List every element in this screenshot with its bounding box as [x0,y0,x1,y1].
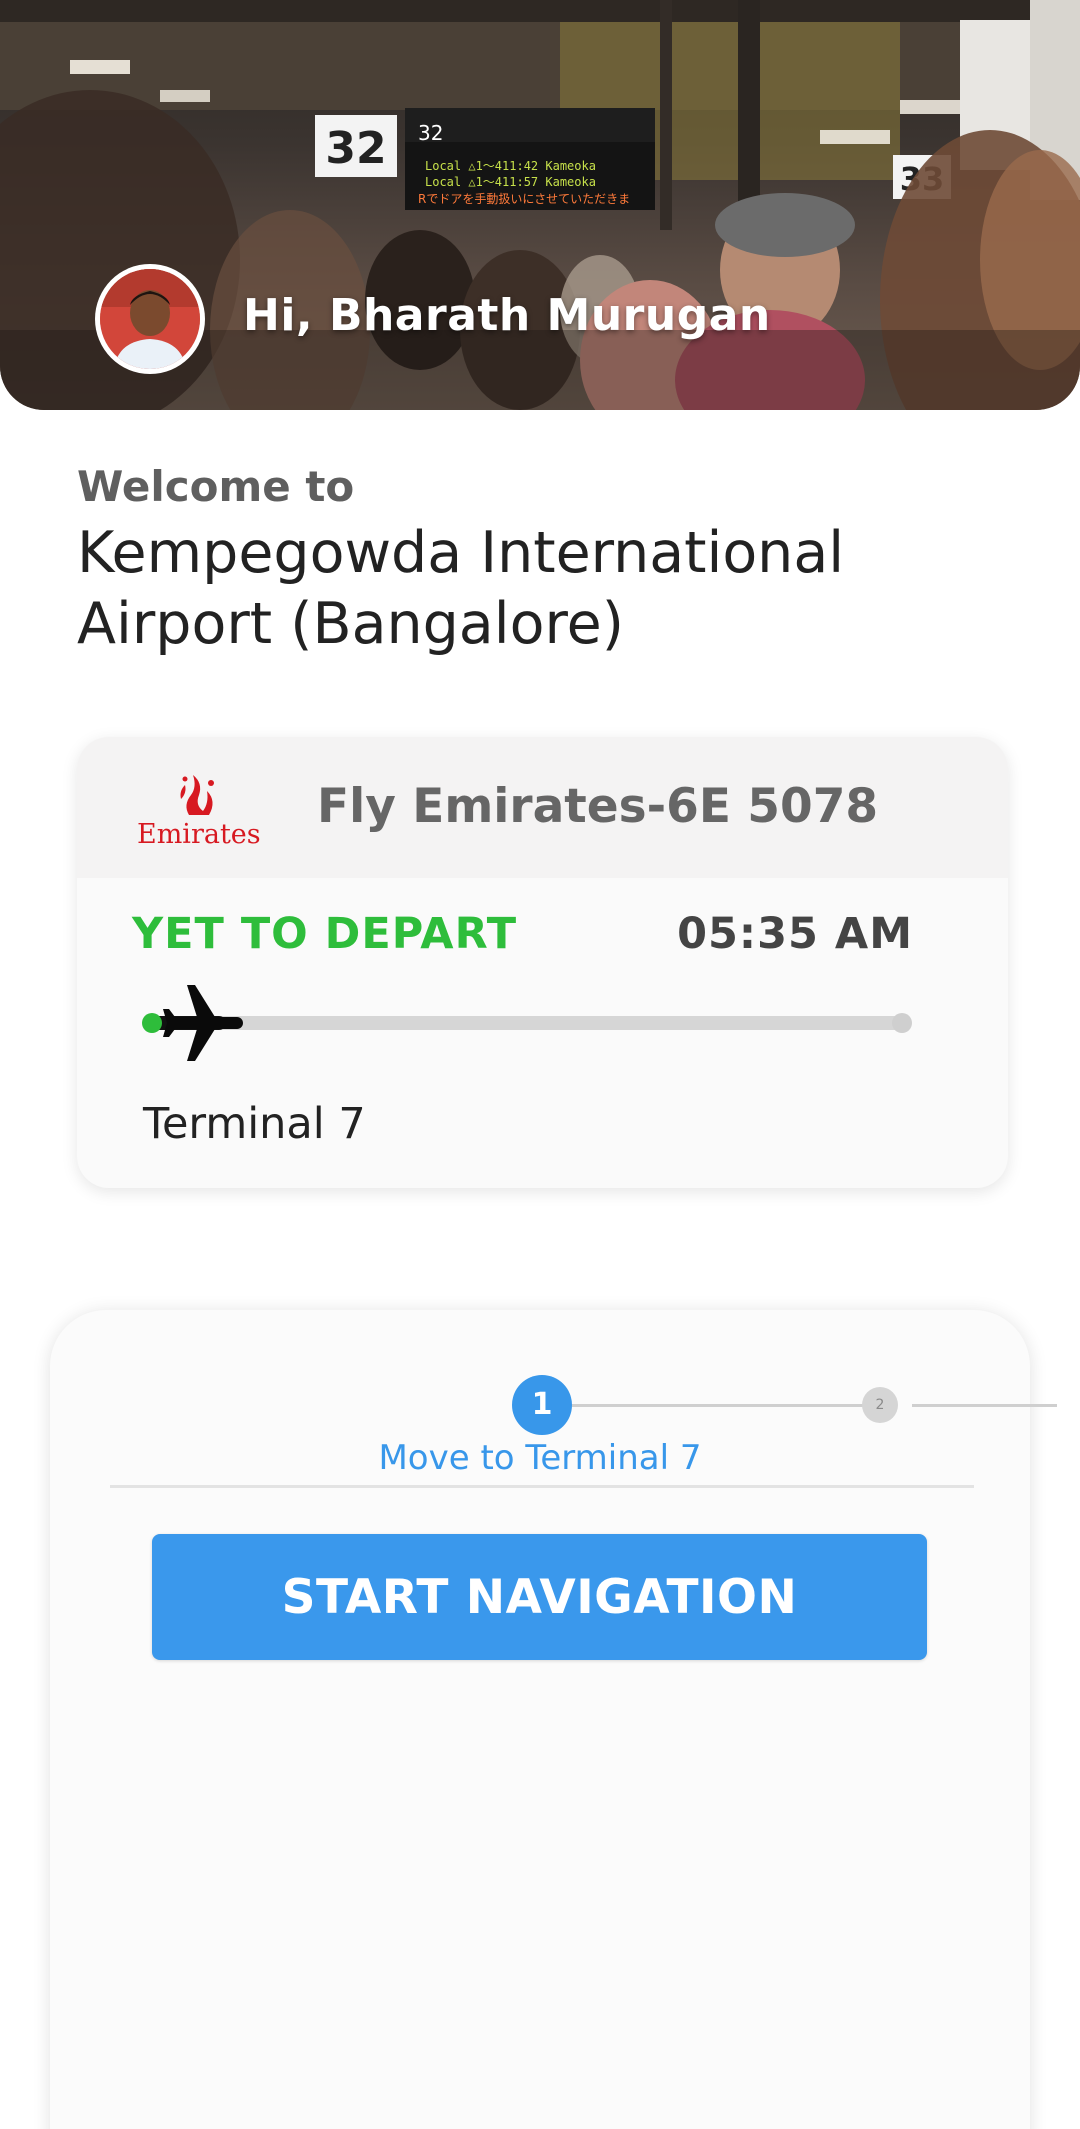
step-2-indicator[interactable]: 2 [862,1387,898,1423]
stepper-connector [912,1404,1057,1407]
current-step-label: Move to Terminal 7 [378,1438,702,1478]
user-greeting: Hi, Bharath Murugan [243,290,771,341]
app-screen: 32 33 32 Local △1〜411:42 Kameoka Local △… [0,0,1080,2129]
step-1-indicator[interactable]: 1 [512,1375,572,1435]
flight-card[interactable]: Emirates Fly Emirates-6E 5078 YET TO DEP… [77,737,1008,1188]
welcome-subtitle: Welcome to [77,462,355,511]
header-photo: 32 33 32 Local △1〜411:42 Kameoka Local △… [0,0,1080,410]
flight-status: YET TO DEPART [132,909,518,959]
avatar-photo [100,269,200,369]
svg-text:Local △1〜411:42 Kameoka: Local △1〜411:42 Kameoka [425,159,596,173]
airplane-icon [155,977,251,1073]
emirates-logo: Emirates [137,765,261,855]
flight-name: Fly Emirates-6E 5078 [317,779,879,834]
airline-logo-text: Emirates [137,819,261,850]
svg-text:Local △1〜411:57 Kameoka: Local △1〜411:57 Kameoka [425,175,596,189]
user-avatar[interactable] [95,264,205,374]
flight-progress-track [150,1016,910,1030]
emirates-calligraphy-icon [180,775,214,815]
navigation-panel: 1 2 Move to Terminal 7 START NAVIGATION [50,1310,1057,2129]
svg-text:32: 32 [325,123,386,174]
airport-name: Kempegowda International Airport (Bangal… [77,520,845,657]
terminal-label: Terminal 7 [143,1099,366,1149]
departure-time: 05:35 AM [677,909,913,959]
stepper-divider [110,1485,974,1488]
progress-end-dot [892,1013,912,1033]
svg-text:Rでドアを手動扱いにさせていただきま: Rでドアを手動扱いにさせていただきま [418,192,630,206]
start-navigation-button[interactable]: START NAVIGATION [152,1534,927,1660]
svg-text:32: 32 [418,121,443,145]
person-portrait-icon [100,269,200,369]
flight-card-header: Emirates Fly Emirates-6E 5078 [77,737,1008,878]
stepper-connector [572,1404,882,1407]
